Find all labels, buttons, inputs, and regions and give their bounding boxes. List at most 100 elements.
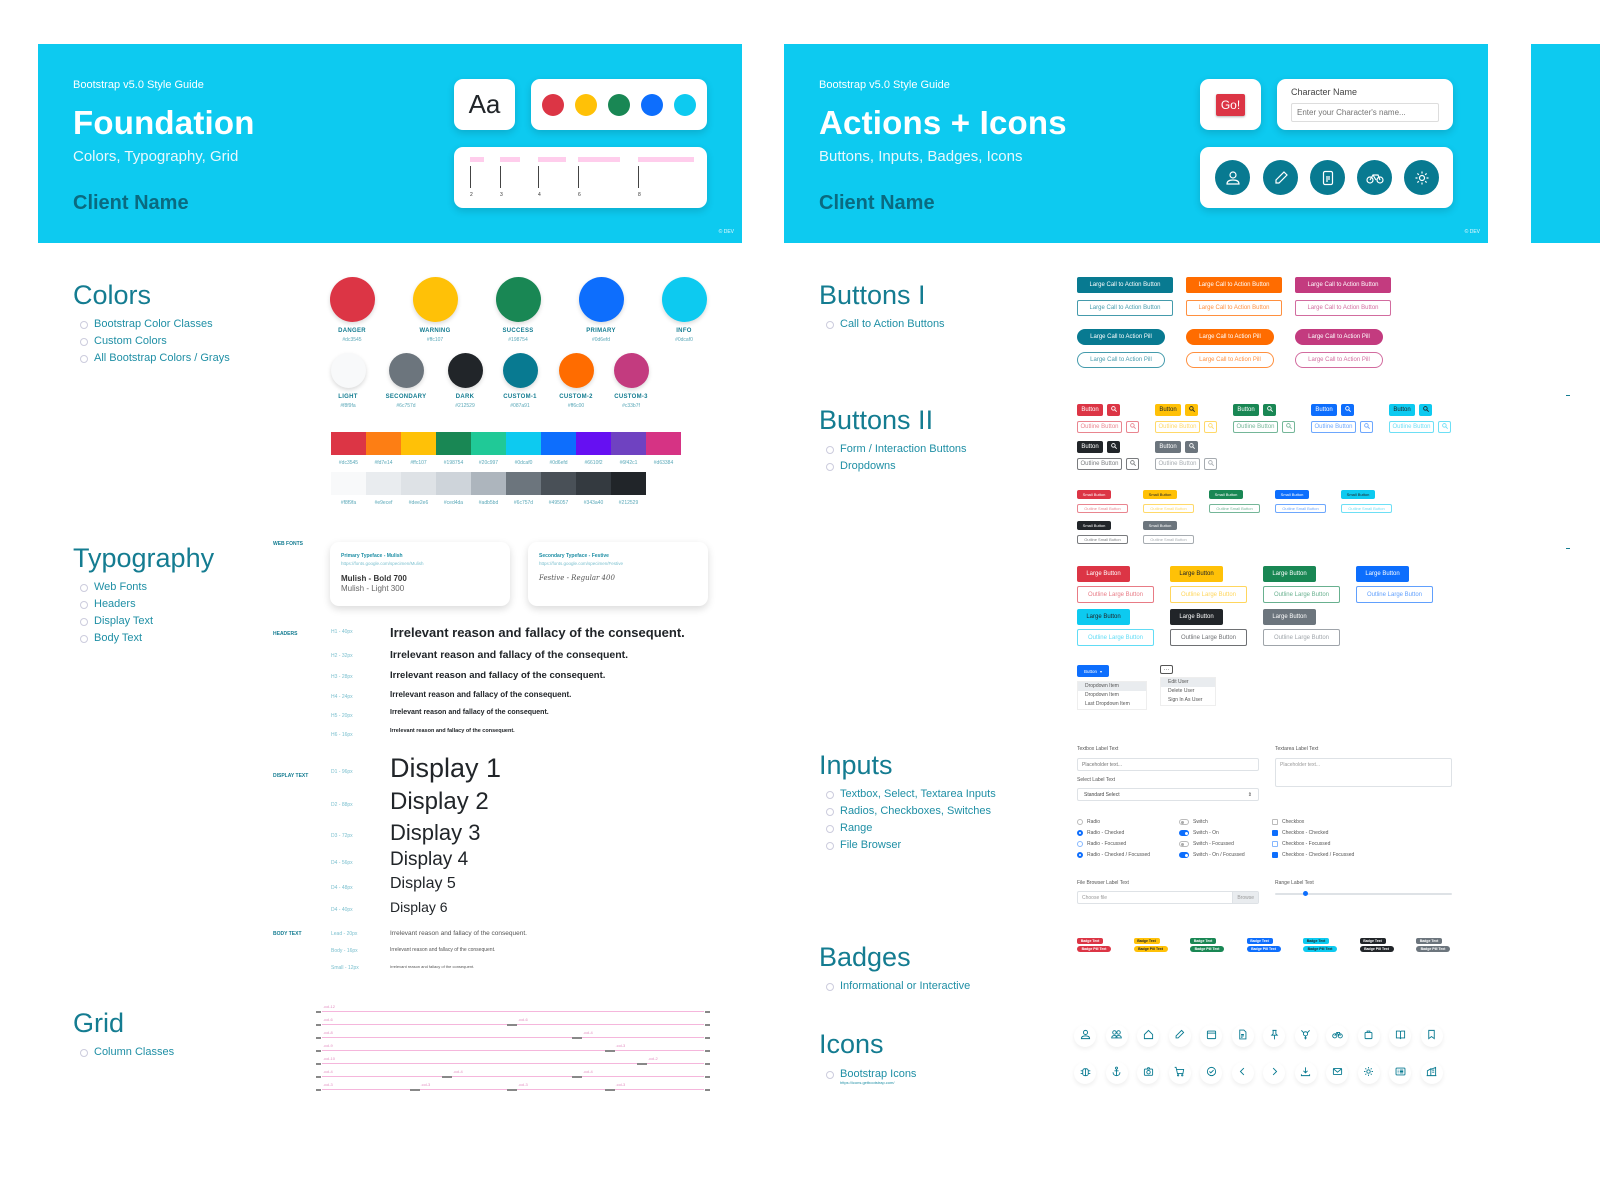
outline-button[interactable]: Outline Button bbox=[1389, 421, 1434, 433]
small-button[interactable]: Small Button bbox=[1077, 521, 1111, 530]
cta-outline-pill-button[interactable]: Large Call to Action Pill bbox=[1295, 352, 1383, 368]
outline-large-button[interactable]: Outline Large Button bbox=[1170, 629, 1247, 646]
cta-outline-button[interactable]: Large Call to Action Button bbox=[1295, 300, 1391, 316]
outline-large-button[interactable]: Outline Large Button bbox=[1263, 586, 1340, 603]
bookmark-icon-button[interactable] bbox=[1420, 1025, 1443, 1047]
small-button[interactable]: Small Button bbox=[1143, 521, 1177, 530]
kebab-menu-item[interactable]: Sign In As User bbox=[1161, 696, 1215, 705]
switch-option[interactable]: Switch - On / Focussed bbox=[1179, 852, 1245, 858]
outline-large-button[interactable]: Outline Large Button bbox=[1263, 629, 1340, 646]
outline-search-button[interactable] bbox=[1204, 458, 1217, 470]
small-button[interactable]: Small Button bbox=[1143, 490, 1177, 499]
textbox-input[interactable] bbox=[1077, 758, 1259, 771]
search-button[interactable] bbox=[1419, 404, 1432, 416]
primary-typeface-url[interactable]: https://fonts.google.com/specimen/Mulish bbox=[341, 561, 424, 566]
check-circle-icon-button[interactable] bbox=[1200, 1062, 1222, 1084]
button[interactable]: Button bbox=[1389, 404, 1415, 416]
kebab-menu-item[interactable]: Edit User bbox=[1161, 678, 1215, 687]
dropdown-item[interactable]: Dropdown Item bbox=[1078, 691, 1146, 700]
outline-button[interactable]: Outline Button bbox=[1233, 421, 1278, 433]
outline-button[interactable]: Outline Button bbox=[1155, 421, 1200, 433]
bag-icon-button[interactable] bbox=[1357, 1025, 1380, 1047]
select-input[interactable]: Standard Select ⇕ bbox=[1077, 788, 1259, 801]
outline-small-button[interactable]: Outline Small Button bbox=[1275, 504, 1326, 513]
book-icon-button[interactable] bbox=[1389, 1025, 1411, 1047]
people-icon-button[interactable] bbox=[1105, 1025, 1128, 1047]
gear-circle-icon[interactable] bbox=[1404, 160, 1439, 195]
cta-outline-button[interactable]: Large Call to Action Button bbox=[1077, 300, 1173, 316]
secondary-typeface-url[interactable]: https://fonts.google.com/specimen/Festiv… bbox=[539, 561, 623, 566]
icons-link[interactable]: https://icons.getbootstrap.com/ bbox=[840, 1080, 894, 1085]
outline-search-button[interactable] bbox=[1282, 421, 1295, 433]
radio-option[interactable]: Radio - Focussed bbox=[1077, 841, 1126, 847]
outline-small-button[interactable]: Outline Small Button bbox=[1143, 504, 1194, 513]
cta-pill-button[interactable]: Large Call to Action Pill bbox=[1186, 329, 1274, 345]
range-thumb[interactable] bbox=[1303, 891, 1309, 896]
checkbox-control[interactable] bbox=[1272, 819, 1278, 825]
cta-button[interactable]: Large Call to Action Button bbox=[1186, 277, 1282, 293]
radio-option[interactable]: Radio - Checked / Focussed bbox=[1077, 852, 1150, 858]
radio-option[interactable]: Radio - Checked bbox=[1077, 830, 1124, 836]
cta-button[interactable]: Large Call to Action Button bbox=[1077, 277, 1173, 293]
dropdown-toggle-button[interactable]: Button ▾ bbox=[1077, 665, 1109, 677]
large-button[interactable]: Large Button bbox=[1263, 609, 1316, 625]
file-browser-input[interactable]: Choose file Browse bbox=[1077, 891, 1259, 904]
search-button[interactable] bbox=[1185, 404, 1198, 416]
large-button[interactable]: Large Button bbox=[1170, 609, 1223, 625]
download-icon-button[interactable] bbox=[1294, 1062, 1317, 1084]
pin-icon-button[interactable] bbox=[1263, 1025, 1285, 1047]
outline-search-button[interactable] bbox=[1438, 421, 1451, 433]
bicycle-circle-icon[interactable] bbox=[1357, 160, 1392, 195]
small-button[interactable]: Small Button bbox=[1341, 490, 1375, 499]
textarea-input[interactable]: Placeholder text... bbox=[1275, 758, 1452, 787]
search-button[interactable] bbox=[1107, 404, 1120, 416]
browse-button[interactable]: Browse bbox=[1232, 892, 1258, 903]
bug-icon-button[interactable] bbox=[1074, 1062, 1096, 1084]
button[interactable]: Button bbox=[1077, 404, 1103, 416]
outline-small-button[interactable]: Outline Small Button bbox=[1077, 535, 1128, 544]
anchor-icon-button[interactable] bbox=[1105, 1062, 1128, 1084]
outline-search-button[interactable] bbox=[1126, 421, 1139, 433]
search-button[interactable] bbox=[1107, 441, 1120, 453]
button[interactable]: Button bbox=[1077, 441, 1103, 453]
house-icon-button[interactable] bbox=[1137, 1025, 1159, 1047]
chevron-left-icon-button[interactable] bbox=[1231, 1062, 1254, 1084]
outline-search-button[interactable] bbox=[1126, 458, 1139, 470]
button[interactable]: Button bbox=[1155, 441, 1181, 453]
search-button[interactable] bbox=[1263, 404, 1276, 416]
cta-pill-button[interactable]: Large Call to Action Pill bbox=[1295, 329, 1383, 345]
camera-icon-button[interactable] bbox=[1137, 1062, 1159, 1084]
large-button[interactable]: Large Button bbox=[1077, 609, 1130, 625]
large-button[interactable]: Large Button bbox=[1356, 566, 1409, 582]
person-circle-icon[interactable] bbox=[1215, 160, 1250, 195]
dropdown-item[interactable]: Dropdown Item bbox=[1078, 682, 1146, 691]
cta-outline-pill-button[interactable]: Large Call to Action Pill bbox=[1077, 352, 1165, 368]
switch-option[interactable]: Switch - Focussed bbox=[1179, 841, 1234, 847]
outline-search-button[interactable] bbox=[1360, 421, 1373, 433]
checkbox-option[interactable]: Checkbox - Checked bbox=[1272, 830, 1328, 836]
person-icon-button[interactable] bbox=[1074, 1025, 1096, 1047]
button[interactable]: Button bbox=[1311, 404, 1337, 416]
checkbox-option[interactable]: Checkbox - Focussed bbox=[1272, 841, 1330, 847]
checkbox-option[interactable]: Checkbox - Checked / Focussed bbox=[1272, 852, 1354, 858]
pencil-circle-icon[interactable] bbox=[1263, 160, 1298, 195]
radio-control[interactable] bbox=[1077, 830, 1083, 836]
range-track[interactable] bbox=[1275, 893, 1452, 895]
kebab-button[interactable]: ··· bbox=[1160, 665, 1173, 674]
outline-large-button[interactable]: Outline Large Button bbox=[1170, 586, 1247, 603]
cta-outline-button[interactable]: Large Call to Action Button bbox=[1186, 300, 1282, 316]
kebab-menu-item[interactable]: Delete User bbox=[1161, 687, 1215, 696]
outline-small-button[interactable]: Outline Small Button bbox=[1341, 504, 1392, 513]
large-button[interactable]: Large Button bbox=[1263, 566, 1316, 582]
radio-control[interactable] bbox=[1077, 841, 1083, 847]
switch-control[interactable] bbox=[1179, 852, 1189, 858]
switch-control[interactable] bbox=[1179, 841, 1189, 847]
checkbox-control[interactable] bbox=[1272, 841, 1278, 847]
switch-control[interactable] bbox=[1179, 830, 1189, 836]
radio-control[interactable] bbox=[1077, 852, 1083, 858]
search-button[interactable] bbox=[1185, 441, 1198, 453]
large-button[interactable]: Large Button bbox=[1077, 566, 1130, 582]
chevron-right-icon-button[interactable] bbox=[1263, 1062, 1285, 1084]
envelope-icon-button[interactable] bbox=[1326, 1062, 1348, 1084]
small-button[interactable]: Small Button bbox=[1275, 490, 1309, 499]
